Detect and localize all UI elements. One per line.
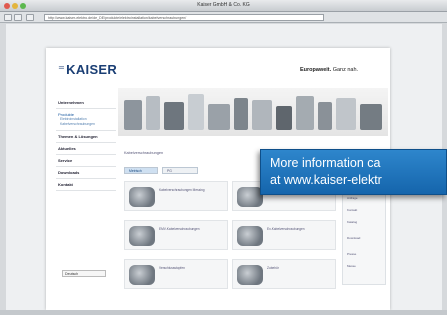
- logo-mark: ⁼: [58, 62, 66, 77]
- slogan-bold: Europaweit.: [300, 67, 332, 73]
- callout-line-2: at www.kaiser-elektr: [270, 173, 382, 187]
- quick-link[interactable]: Download: [347, 236, 360, 240]
- nav-subitem[interactable]: Kabelverschraubungen: [58, 122, 116, 127]
- product-card[interactable]: Zubehör: [232, 259, 336, 289]
- product-card[interactable]: Ex-Kabelverschraubungen: [232, 220, 336, 250]
- language-select[interactable]: Deutsch: [62, 270, 106, 277]
- product-card-label: EMV-Kabelverschraubungen: [159, 227, 200, 231]
- product-thumbnail: [129, 226, 155, 246]
- product-banner-image: [118, 88, 388, 136]
- left-navigation: Unternehmen Produkte Elektroinstallation…: [56, 97, 116, 191]
- nav-item-aktuelles[interactable]: Aktuelles: [56, 143, 116, 155]
- nav-item-themen[interactable]: Themen & Lösungen: [56, 131, 116, 143]
- nav-item-kontakt[interactable]: Kontakt: [56, 179, 116, 191]
- kaiser-logo[interactable]: ⁼KAISER: [58, 62, 117, 78]
- info-callout: More information ca at www.kaiser-elektr: [260, 149, 447, 195]
- tab-metrisch[interactable]: Metrisch: [124, 167, 158, 174]
- forward-button[interactable]: [14, 14, 22, 21]
- nav-item-produkte[interactable]: Produkte Elektroinstallation Kabelversch…: [56, 109, 116, 131]
- slogan-rest: Ganz nah.: [331, 67, 359, 73]
- callout-line-1: More information ca: [270, 156, 381, 170]
- quick-link[interactable]: Presse: [347, 252, 356, 256]
- breadcrumb[interactable]: Kabelverschraubungen: [124, 151, 163, 155]
- product-card-label: Ex-Kabelverschraubungen: [267, 227, 305, 231]
- product-thumbnail: [237, 265, 263, 285]
- quick-link[interactable]: Katalog: [347, 220, 357, 224]
- quick-links-box: Anfrage Kontakt Katalog Download Presse …: [342, 187, 386, 285]
- address-bar[interactable]: http://www.kaiser-elektro.de/de_DE/produ…: [44, 14, 324, 21]
- status-bar: [0, 310, 447, 315]
- back-button[interactable]: [4, 14, 12, 21]
- nav-item-unternehmen[interactable]: Unternehmen: [56, 97, 116, 109]
- slogan: Europaweit. Ganz nah.: [300, 67, 358, 73]
- quick-link[interactable]: Messe: [347, 264, 356, 268]
- product-thumbnail: [129, 187, 155, 207]
- tab-pg[interactable]: PG: [162, 167, 198, 174]
- product-card[interactable]: EMV-Kabelverschraubungen: [124, 220, 228, 250]
- product-thumbnail: [237, 226, 263, 246]
- product-card[interactable]: Kabelverschraubungen Messing: [124, 181, 228, 211]
- product-card-label: Zubehör: [267, 266, 279, 270]
- reload-button[interactable]: [26, 14, 34, 21]
- nav-item-downloads[interactable]: Downloads: [56, 167, 116, 179]
- logo-text: KAISER: [66, 62, 118, 77]
- quick-link[interactable]: Anfrage: [347, 196, 358, 200]
- title-bar: Kaiser GmbH & Co. KG: [0, 0, 447, 12]
- product-card-label: Kabelverschraubungen Messing: [159, 188, 205, 192]
- quick-link[interactable]: Kontakt: [347, 208, 357, 212]
- product-thumbnail: [129, 265, 155, 285]
- product-card-label: Verschlussstopfen: [159, 266, 185, 270]
- window-title: Kaiser GmbH & Co. KG: [197, 2, 250, 8]
- product-card[interactable]: Verschlussstopfen: [124, 259, 228, 289]
- nav-item-service[interactable]: Service: [56, 155, 116, 167]
